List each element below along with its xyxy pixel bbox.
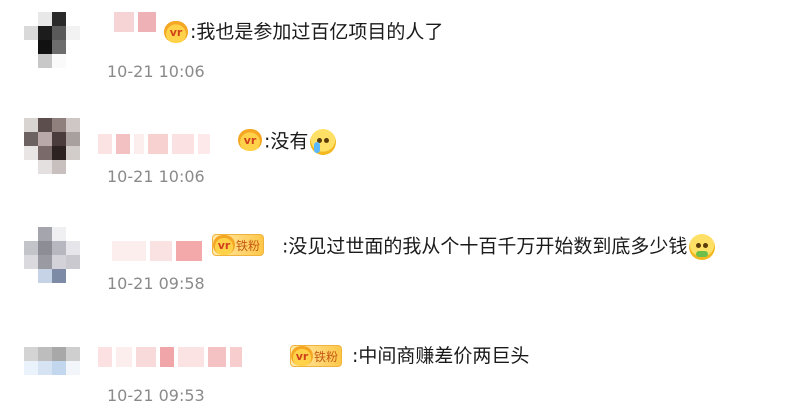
username[interactable]: [114, 12, 156, 32]
timestamp: 10-21 10:06: [107, 62, 205, 81]
comment-item: vr :我也是参加过百亿项目的人了 10-21 10:06: [0, 0, 788, 105]
comment-item: vr 铁粉 :没见过世面的我从个十百千万开始数到底多少钱 10-21 09:58: [0, 210, 788, 315]
comment-text: :没有: [264, 129, 337, 155]
crown-icon: vr: [213, 235, 235, 255]
avatar[interactable]: [24, 227, 80, 283]
timestamp: 10-21 09:58: [107, 274, 205, 293]
iron-fan-badge: vr 铁粉: [212, 234, 265, 256]
comment-item: vr :没有 10-21 10:06: [0, 105, 788, 210]
comment-text: :没见过世面的我从个十百千万开始数到底多少钱: [282, 234, 716, 260]
timestamp: 10-21 10:06: [107, 167, 205, 186]
vip-badge: vr: [164, 21, 188, 43]
crown-icon: vr: [238, 129, 262, 151]
username[interactable]: [98, 134, 210, 154]
sick-face-icon: [689, 234, 716, 260]
avatar[interactable]: [24, 347, 80, 403]
username[interactable]: [98, 347, 242, 367]
comment-text: :中间商赚差价两巨头: [352, 345, 530, 367]
fan-badge: vr 铁粉: [212, 234, 265, 256]
username[interactable]: [112, 241, 202, 261]
fan-badge: vr 铁粉: [290, 345, 343, 367]
comment-text: :我也是参加过百亿项目的人了: [190, 21, 444, 43]
comment-item: vr 铁粉 :中间商赚差价两巨头 10-21 09:53: [0, 315, 788, 420]
iron-fan-badge: vr 铁粉: [290, 345, 343, 367]
crying-face-icon: [310, 129, 337, 155]
vip-badge: vr: [238, 129, 262, 151]
avatar[interactable]: [24, 118, 80, 174]
crown-icon: vr: [291, 346, 313, 366]
timestamp: 10-21 09:53: [107, 386, 205, 405]
crown-icon: vr: [164, 21, 188, 43]
avatar[interactable]: [24, 12, 80, 68]
